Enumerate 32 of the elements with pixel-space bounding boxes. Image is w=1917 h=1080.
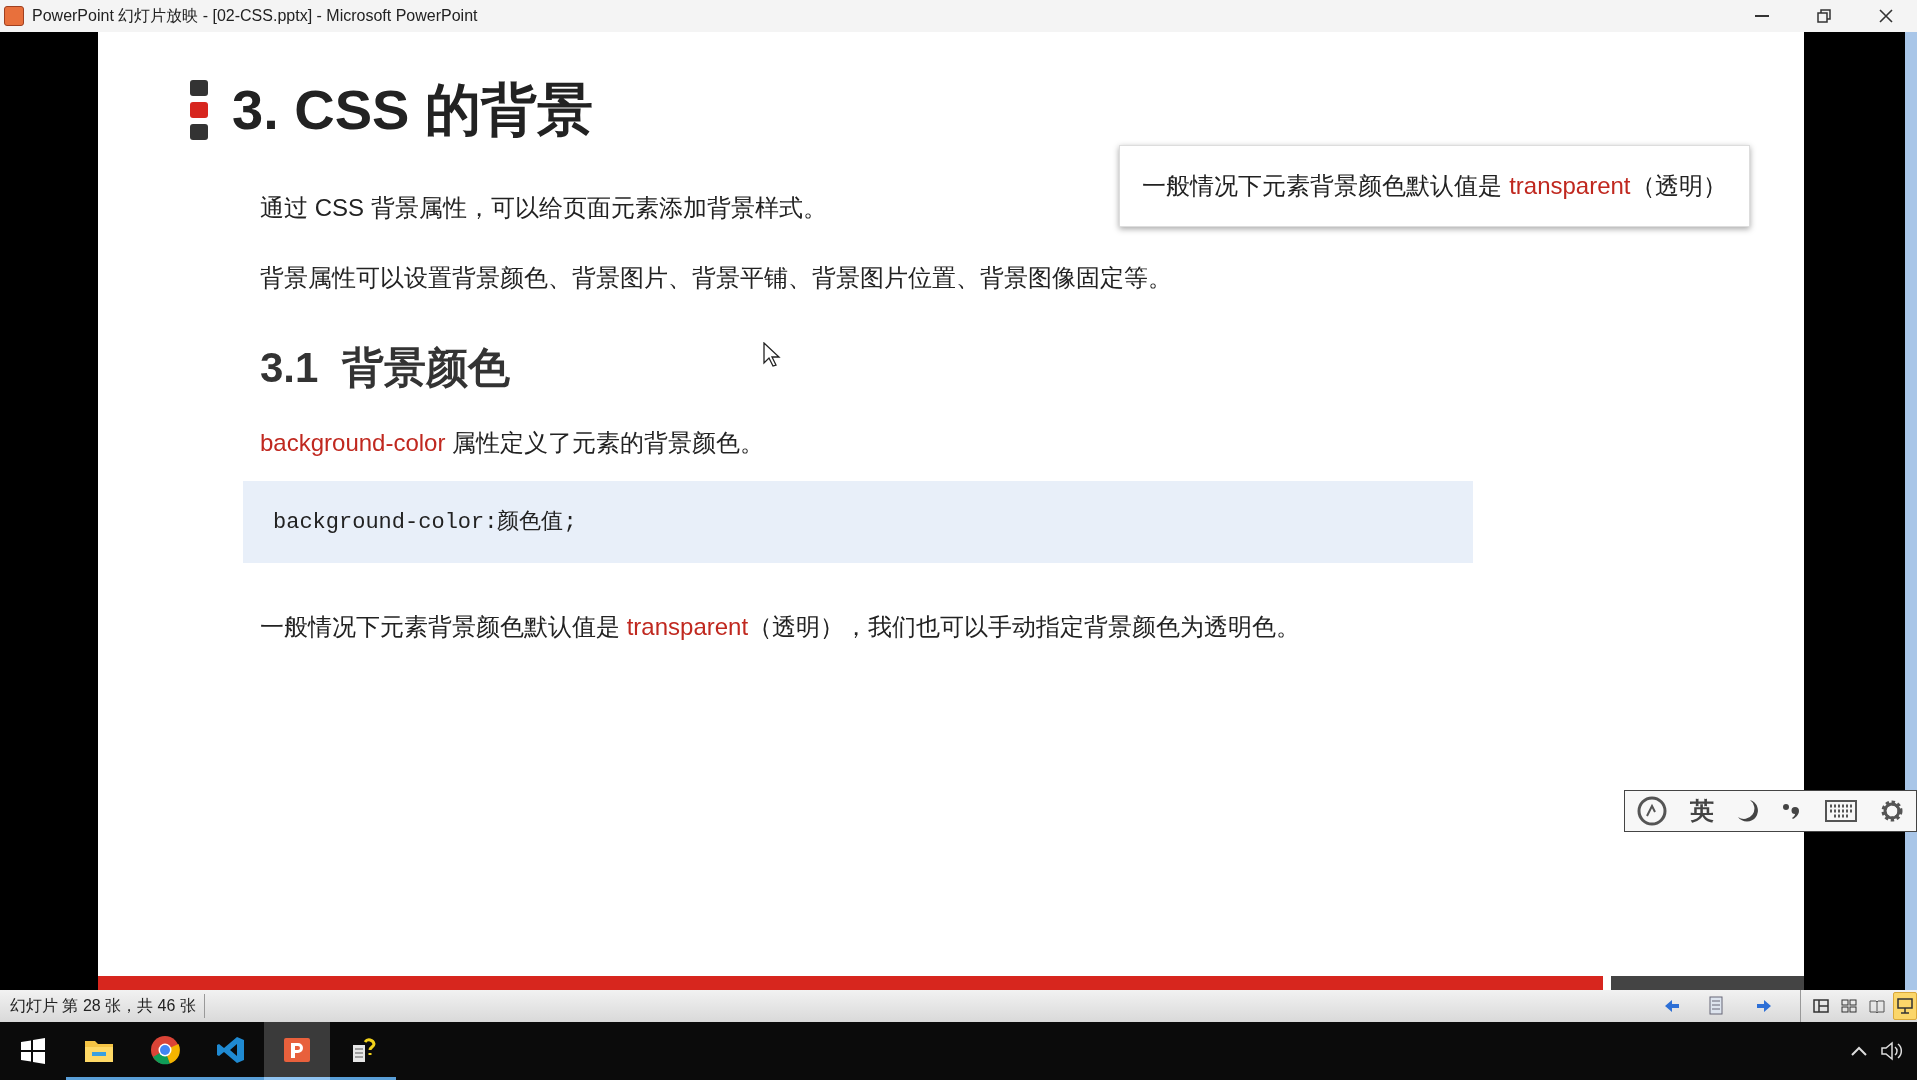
code-line: background-color:颜色值; xyxy=(273,508,577,537)
taskbar-app-button[interactable] xyxy=(264,1022,330,1080)
grid-icon xyxy=(1841,999,1857,1013)
paragraph: 背景属性可以设置背景颜色、背景图片、背景平铺、背景图片位置、背景图像固定等。 xyxy=(260,263,1172,293)
view-button[interactable] xyxy=(1893,992,1917,1020)
paragraph: 一般情况下元素背景颜色默认值是 transparent（透明），我们也可以手动指定背景颜色为透明色。 xyxy=(260,612,1302,642)
windows-logo-icon xyxy=(20,1038,46,1064)
minimize-icon xyxy=(1755,15,1769,17)
bullet-marks-icon xyxy=(190,80,208,140)
moon-icon xyxy=(1736,799,1759,823)
normal-view-icon xyxy=(1813,999,1829,1013)
keyboard-icon xyxy=(1824,800,1857,822)
restore-icon xyxy=(1817,9,1831,23)
book-icon xyxy=(1869,999,1885,1013)
mouse-pointer-icon xyxy=(763,342,781,368)
projector-screen-icon xyxy=(1897,998,1913,1014)
paragraph: 通过 CSS 背景属性，可以给页面元素添加背景样式。 xyxy=(260,193,827,223)
code-editor-icon xyxy=(216,1034,246,1065)
chevron-up-icon[interactable] xyxy=(1851,1046,1867,1056)
paragraph: background-color 属性定义了元素的背景颜色。 xyxy=(260,428,766,458)
window-title: PowerPoint 幻灯片放映 - [02-CSS.pptx] - Microsoft PowerPoint xyxy=(32,6,478,26)
speaker-icon[interactable] xyxy=(1881,1041,1903,1061)
slide-title: 3. CSS 的背景 xyxy=(232,77,593,143)
next-arrow-icon[interactable] xyxy=(1756,999,1772,1013)
close-icon xyxy=(1878,8,1894,24)
ime-logo-icon xyxy=(1636,795,1669,827)
input-mode-toggle[interactable]: 英 xyxy=(1690,793,1715,829)
slide-counter: 幻灯片 第 28 张，共 46 张 xyxy=(10,994,205,1018)
section-heading: 3.1 背景颜色 xyxy=(260,343,510,393)
browser-icon xyxy=(150,1034,180,1065)
callout-text: 一般情况下元素背景颜色默认值是 transparent（透明） xyxy=(1142,171,1727,201)
previous-arrow-icon[interactable] xyxy=(1664,999,1680,1013)
